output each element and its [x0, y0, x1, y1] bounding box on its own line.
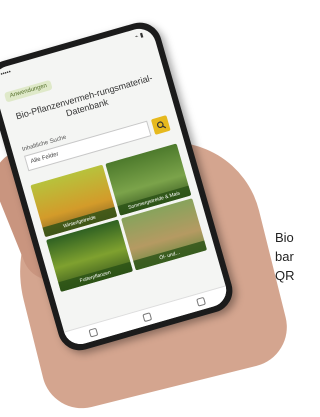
- home-icon[interactable]: [88, 327, 99, 338]
- side-caption: Bio bar QR: [275, 228, 295, 285]
- category-grid: Winterlgetreide Sommergetreide & Mais Fu…: [30, 143, 208, 292]
- phone-mockup: ••••• ⌁ ▮ Anwendungen Bio-Pflanzenvermeh…: [0, 1, 296, 356]
- grid-icon[interactable]: [142, 312, 153, 323]
- tile-label: Futterpflanzen: [58, 261, 133, 292]
- breadcrumb[interactable]: Anwendungen: [3, 79, 54, 103]
- tile-label: Öl- und…: [132, 240, 208, 271]
- search-button[interactable]: [150, 115, 171, 135]
- status-carrier: •••••: [0, 69, 12, 79]
- side-caption-line: Bio: [275, 230, 294, 245]
- status-icons: ⌁ ▮: [134, 32, 145, 41]
- menu-icon[interactable]: [196, 296, 207, 307]
- side-caption-line: QR: [275, 268, 295, 283]
- side-caption-line: bar: [275, 249, 294, 264]
- search-icon: [156, 121, 166, 129]
